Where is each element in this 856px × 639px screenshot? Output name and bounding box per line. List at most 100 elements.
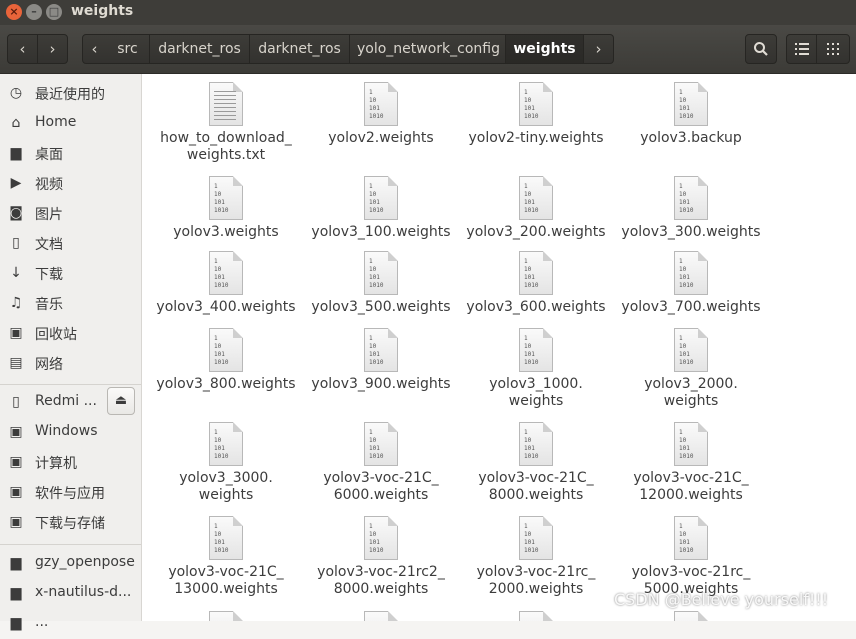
binary-file-icon: 1 10 101 1010 <box>519 422 553 466</box>
sidebar-item-label: 计算机 <box>35 456 77 472</box>
music-icon: ♫ <box>9 295 23 311</box>
sidebar-item-places[interactable]: ♫ 音乐 <box>0 289 141 319</box>
sidebar-item-places[interactable]: ▆ 桌面 <box>0 139 141 169</box>
file-item[interactable]: 1 10 101 1010 yolov3_600.weights <box>461 251 611 316</box>
back-button[interactable]: ‹ <box>7 34 38 64</box>
drive-icon: ▣ <box>9 424 23 440</box>
maximize-window-button[interactable]: □ <box>46 4 62 20</box>
breadcrumb-scroll-right-button[interactable]: › <box>584 34 614 64</box>
binary-file-icon: 1 10 101 1010 <box>209 516 243 560</box>
sidebar-item-label: Windows <box>35 423 98 439</box>
document-icon: ▯ <box>12 235 20 251</box>
file-item[interactable] <box>461 611 611 621</box>
file-item[interactable] <box>151 611 301 621</box>
sidebar-item-devices[interactable]: ▣ 软件与应用 <box>0 478 141 508</box>
sidebar-item-places[interactable]: ◙ 图片 <box>0 199 141 229</box>
file-name: yolov3.backup <box>640 130 742 146</box>
file-item[interactable]: 1 10 101 1010 yolov3.weights <box>151 176 301 241</box>
file-item[interactable]: how_to_download_ weights.txt <box>151 82 301 164</box>
search-icon <box>754 42 768 56</box>
phone-icon: ▯ <box>12 394 20 410</box>
file-name: yolov2.weights <box>328 130 434 146</box>
file-item[interactable]: 1 10 101 1010 yolov2.weights <box>306 82 456 147</box>
file-name: yolov3_500.weights <box>311 299 451 315</box>
file-item[interactable]: 1 10 101 1010 yolov3-voc-21C_ 8000.weight… <box>461 422 611 504</box>
window-title: weights <box>71 3 134 19</box>
sidebar-item-places[interactable]: ⌂ Home <box>0 109 141 139</box>
file-name: yolov2-tiny.weights <box>468 130 604 146</box>
file-item[interactable]: 1 10 101 1010 yolov3_200.weights <box>461 176 611 241</box>
file-item[interactable]: 1 10 101 1010 yolov2-tiny.weights <box>461 82 611 147</box>
sidebar-item-bookmarks[interactable]: ▆... <box>0 609 141 639</box>
folder-icon: ▆ <box>10 615 22 631</box>
file-item[interactable]: 1 10 101 1010 yolov3-voc-21rc_ 5000.weigh… <box>616 516 766 598</box>
file-item[interactable]: 1 10 101 1010 yolov3_300.weights <box>616 176 766 241</box>
file-name: yolov3_900.weights <box>311 376 451 392</box>
binary-file-icon: 1 10 101 1010 <box>674 422 708 466</box>
binary-file-icon: 1 10 101 1010 <box>364 82 398 126</box>
folder-icon: ▆ <box>10 585 22 601</box>
breadcrumb-scroll-left-button[interactable]: ‹ <box>82 34 107 64</box>
list-view-button[interactable] <box>786 34 817 64</box>
breadcrumb-item[interactable]: weights <box>506 34 584 64</box>
file-name: yolov3_100.weights <box>311 224 451 240</box>
binary-file-icon: 1 10 101 1010 <box>674 251 708 295</box>
sidebar-item-label: 图片 <box>35 207 63 223</box>
sidebar-item-bookmarks[interactable]: ▆ x-nautilus-d... <box>0 579 141 609</box>
file-item[interactable]: 1 10 101 1010 yolov3_2000. weights <box>616 328 766 410</box>
file-name: yolov3_3000. weights <box>179 470 273 503</box>
binary-file-icon: 1 10 101 1010 <box>519 82 553 126</box>
file-item[interactable]: 1 10 101 1010 yolov3-voc-21C_ 12000.weigh… <box>616 422 766 504</box>
breadcrumb-item[interactable]: darknet_ros <box>150 34 250 64</box>
file-item[interactable]: 1 10 101 1010 yolov3_900.weights <box>306 328 456 393</box>
binary-file-icon: 1 10 101 1010 <box>674 516 708 560</box>
breadcrumb-item[interactable]: yolo_network_config <box>350 34 506 64</box>
sidebar-item-places[interactable]: ▯ 文档 <box>0 229 141 259</box>
file-grid: how_to_download_ weights.txt 1 10 101 101… <box>142 74 856 621</box>
breadcrumb-item[interactable]: darknet_ros <box>250 34 350 64</box>
file-item[interactable]: 1 10 101 1010 yolov3_700.weights <box>616 251 766 316</box>
file-name: how_to_download_ weights.txt <box>160 130 292 163</box>
eject-icon: ⏏ <box>114 393 128 408</box>
file-item[interactable]: 1 10 101 1010 yolov3_3000. weights <box>151 422 301 504</box>
binary-file-icon: 1 10 101 1010 <box>364 516 398 560</box>
chevron-right-icon: › <box>595 40 602 58</box>
file-item[interactable]: 1 10 101 1010 yolov3.backup <box>616 82 766 147</box>
grid-view-button[interactable] <box>816 34 850 64</box>
breadcrumb-item[interactable]: src <box>106 34 150 64</box>
search-button[interactable] <box>745 34 777 64</box>
file-item[interactable]: 1 10 101 1010 yolov3_800.weights <box>151 328 301 393</box>
file-item[interactable]: 1 10 101 1010 yolov3_100.weights <box>306 176 456 241</box>
sidebar-item-label: 软件与应用 <box>35 486 105 502</box>
file-item[interactable]: 1 10 101 1010 yolov3_400.weights <box>151 251 301 316</box>
sidebar-item-places[interactable]: ↓ 下载 <box>0 259 141 289</box>
sidebar-item-places[interactable]: ▣ 回收站 <box>0 319 141 349</box>
file-item[interactable] <box>306 611 456 621</box>
sidebar-item-places[interactable]: ◷ 最近使用的 <box>0 79 141 109</box>
minimize-window-button[interactable]: – <box>26 4 42 20</box>
sidebar-item-places[interactable]: ▶ 视频 <box>0 169 141 199</box>
file-item[interactable]: 1 10 101 1010 yolov3_1000. weights <box>461 328 611 410</box>
sidebar-item-label: gzy_openpose <box>35 554 135 570</box>
file-name: yolov3_700.weights <box>621 299 761 315</box>
sidebar-item-places[interactable]: ▤ 网络 <box>0 349 141 379</box>
sidebar-item-bookmarks[interactable]: ▆ gzy_openpose <box>0 549 141 579</box>
folder-icon: ▆ <box>10 145 22 161</box>
sidebar-item-devices[interactable]: ▣ 下载与存储 <box>0 508 141 538</box>
file-item[interactable]: 1 10 101 1010 yolov3-voc-21rc2_ 8000.weig… <box>306 516 456 598</box>
file-item[interactable] <box>616 611 766 621</box>
binary-file-icon: 1 10 101 1010 <box>519 251 553 295</box>
eject-button[interactable]: ⏏ <box>107 387 135 415</box>
sidebar-item-devices[interactable]: ▯ Redmi ... ⏏ <box>0 387 141 418</box>
forward-button[interactable]: › <box>37 34 68 64</box>
binary-file-icon <box>674 611 708 621</box>
file-item[interactable]: 1 10 101 1010 yolov3_500.weights <box>306 251 456 316</box>
close-window-button[interactable]: × <box>6 4 22 20</box>
sidebar-item-devices[interactable]: ▣ Windows <box>0 418 141 448</box>
sidebar-item-devices[interactable]: ▣ 计算机 <box>0 448 141 478</box>
file-item[interactable]: 1 10 101 1010 yolov3-voc-21C_ 13000.weigh… <box>151 516 301 598</box>
file-item[interactable]: 1 10 101 1010 yolov3-voc-21C_ 6000.weight… <box>306 422 456 504</box>
file-name: yolov3-voc-21C_ 6000.weights <box>323 470 439 503</box>
file-item[interactable]: 1 10 101 1010 yolov3-voc-21rc_ 2000.weigh… <box>461 516 611 598</box>
file-name: yolov3-voc-21rc_ 2000.weights <box>476 564 596 597</box>
